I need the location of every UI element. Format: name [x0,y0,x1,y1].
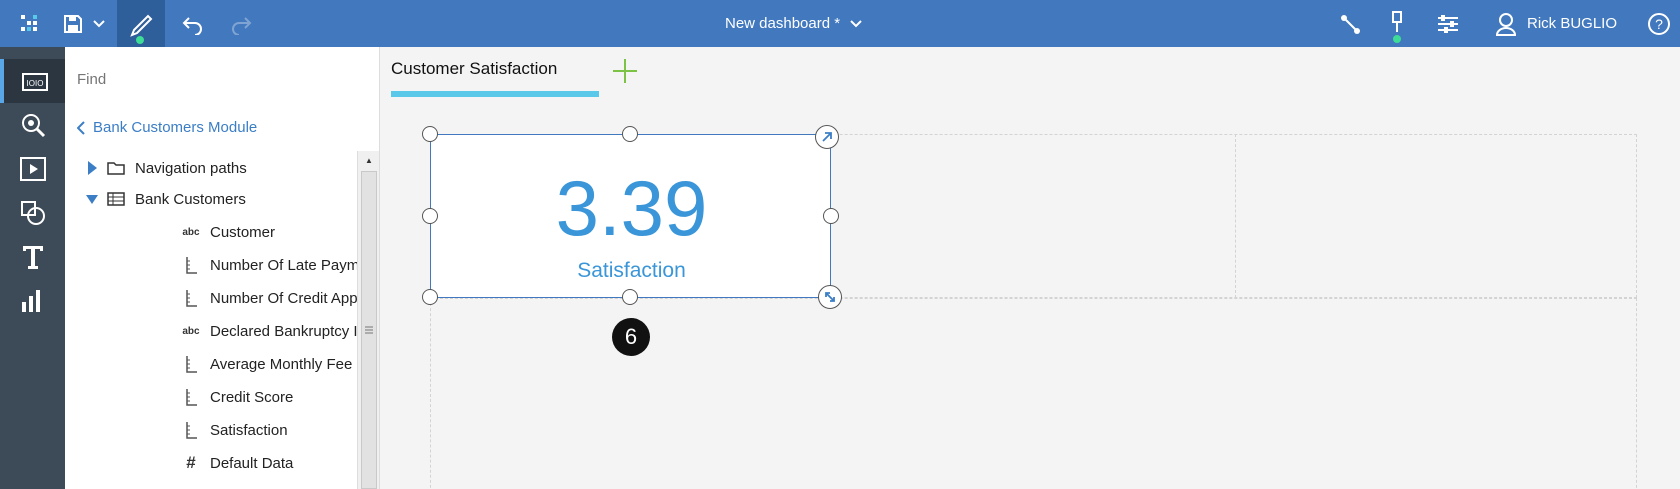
tab-customer-satisfaction[interactable]: Customer Satisfaction [391,59,557,79]
active-tab-indicator [391,91,599,97]
resize-handle-right[interactable] [823,208,839,224]
dashboard-title: New dashboard * [725,15,841,32]
filter-settings-icon[interactable] [1432,0,1464,47]
grid-guide [1235,134,1236,298]
tree-item-label: Bank Customers [135,190,246,208]
save-icon[interactable] [58,0,88,47]
tree-item-label: Average Monthly Fee [210,355,353,373]
tree-row-satisfaction[interactable]: Satisfaction [180,415,288,445]
tree-item-label: Navigation paths [135,159,247,177]
tree-item-label: Customer [210,223,276,241]
tree-item-label: Declared Bankruptcy In Past 7 Yr [210,322,357,340]
search-input[interactable] [77,71,297,88]
grid-guide [430,298,1637,489]
kpi-widget[interactable]: 3.39 Satisfaction [430,134,831,298]
tree-row-bank-customers[interactable]: Bank Customers [85,184,246,214]
chevron-down-icon [850,19,862,27]
tree-row-default-data[interactable]: # Default Data [180,448,293,478]
hash-icon: # [186,453,196,472]
scroll-up-icon[interactable]: ▲ [358,151,380,169]
top-toolbar: New dashboard * Rick BUGLIO ? [0,0,1680,47]
resize-handle-top-left[interactable] [422,126,438,142]
measure-icon [180,289,202,307]
data-panel: Bank Customers Module Navigation paths B… [65,47,380,489]
resize-handle-bottom[interactable] [622,289,638,305]
chevron-down-icon[interactable] [90,0,108,47]
caret-down-icon[interactable] [85,191,99,207]
table-icon [105,192,127,206]
measure-icon [180,355,202,373]
left-rail: IOIO [0,47,65,489]
text-icon[interactable] [0,235,65,279]
panel-scrollbar[interactable]: ▲ [357,151,379,489]
expand-widget-button[interactable] [815,125,839,149]
abc-icon: abc [182,325,200,337]
module-name: Bank Customers Module [93,119,258,136]
resize-handle-left[interactable] [422,208,438,224]
plus-icon [613,59,637,83]
svg-text:?: ? [1655,16,1663,32]
apps-icon[interactable] [10,0,50,47]
tree-row-credit-applications[interactable]: Number Of Credit Applications [180,283,357,313]
help-icon[interactable]: ? [1644,0,1674,47]
measure-icon [180,256,202,274]
tree-item-label: Number Of Credit Applications [210,289,357,307]
tree-row-navigation-paths[interactable]: Navigation paths [85,153,247,183]
resize-corner-button[interactable] [818,285,842,309]
chevron-left-icon [77,120,85,135]
connect-icon[interactable] [1335,0,1365,47]
arrow-up-right-icon [822,132,832,142]
abc-icon: abc [182,226,200,238]
add-tab-button[interactable] [611,57,639,90]
undo-icon[interactable] [178,0,208,47]
kpi-value: 3.39 [555,164,708,252]
tree-row-credit-score[interactable]: Credit Score [180,382,293,412]
step-badge: 6 [612,318,650,356]
edit-icon[interactable] [117,0,165,47]
user-icon [1495,12,1517,36]
measure-icon [180,421,202,439]
back-to-module-link[interactable]: Bank Customers Module [77,119,257,136]
tree-row-average-monthly-fee[interactable]: Average Monthly Fee [180,349,352,379]
resize-diagonal-icon [825,292,835,302]
caret-right-icon[interactable] [85,160,99,176]
video-icon[interactable] [0,147,65,191]
source-tree: Navigation paths Bank Customers abc Cust… [65,151,357,489]
shapes-icon[interactable] [0,191,65,235]
tree-row-customer[interactable]: abc Customer [180,217,275,247]
dashboard-title-menu[interactable]: New dashboard * [725,0,862,47]
resize-handle-top[interactable] [622,126,638,142]
tree-row-late-payments[interactable]: Number Of Late Payments [180,250,357,280]
canvas-tab-bar: Customer Satisfaction [381,47,1680,99]
scroll-thumb[interactable] [361,171,377,489]
tree-item-label: Credit Score [210,388,294,406]
kpi-label: Satisfaction [577,259,686,282]
grip-icon [365,326,373,334]
pin-icon[interactable] [1382,0,1412,47]
user-menu[interactable]: Rick BUGLIO [1495,0,1617,47]
explore-icon[interactable] [0,103,65,147]
tree-item-label: Satisfaction [210,421,288,439]
redo-icon[interactable] [226,0,256,47]
tree-item-label: Default Data [210,454,294,472]
user-name: Rick BUGLIO [1527,15,1618,32]
tree-item-label: Number Of Late Payments [210,256,357,274]
data-sources-icon[interactable]: IOIO [0,59,65,103]
tree-row-declared-bankruptcy[interactable]: abc Declared Bankruptcy In Past 7 Yr [180,316,357,346]
measure-icon [180,388,202,406]
resize-handle-bottom-left[interactable] [422,289,438,305]
visualizations-icon[interactable] [0,279,65,323]
folder-icon [105,161,127,175]
svg-text:IOIO: IOIO [26,79,43,88]
